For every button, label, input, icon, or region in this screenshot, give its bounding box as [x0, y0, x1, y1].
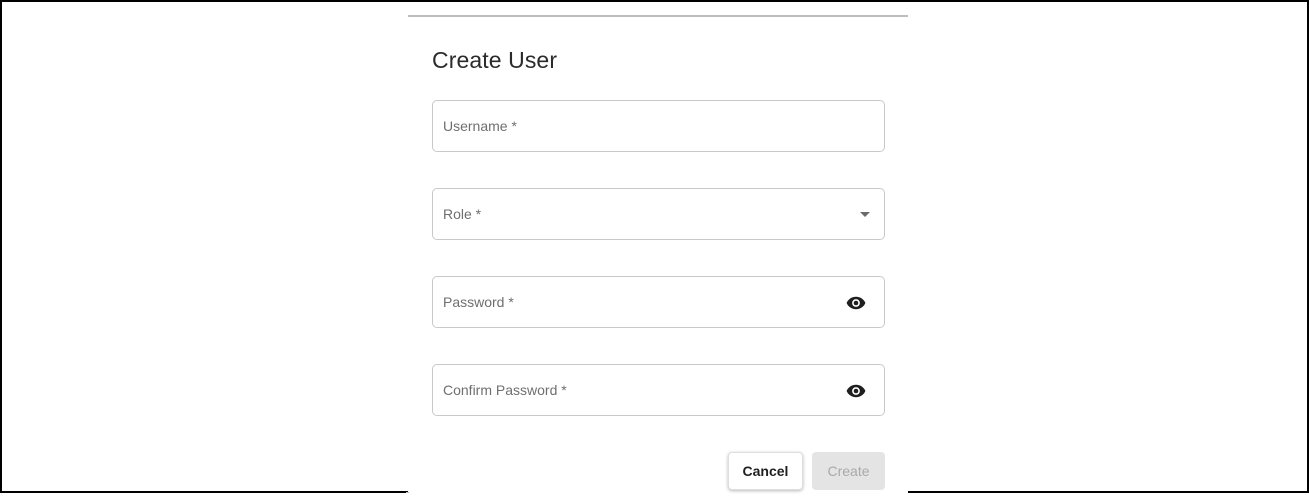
confirm-password-field[interactable]: Confirm Password *	[432, 364, 885, 416]
create-button[interactable]: Create	[812, 452, 885, 490]
cancel-button[interactable]: Cancel	[728, 452, 803, 490]
confirm-password-input[interactable]	[433, 365, 884, 415]
show-confirm-password-eye-icon[interactable]	[845, 381, 867, 401]
dialog-title: Create User	[432, 47, 558, 73]
show-password-eye-icon[interactable]	[845, 293, 867, 313]
role-select[interactable]: Role *	[432, 188, 885, 240]
create-user-dialog: Create User Username * Role * Password *…	[408, 15, 908, 497]
username-field[interactable]: Username *	[432, 100, 885, 152]
username-input[interactable]	[433, 101, 884, 151]
role-label: Role *	[443, 206, 482, 222]
password-input[interactable]	[433, 277, 884, 327]
app-window: Create User Username * Role * Password *…	[0, 0, 1309, 497]
password-field[interactable]: Password *	[432, 276, 885, 328]
dropdown-arrow-icon[interactable]	[860, 212, 870, 217]
